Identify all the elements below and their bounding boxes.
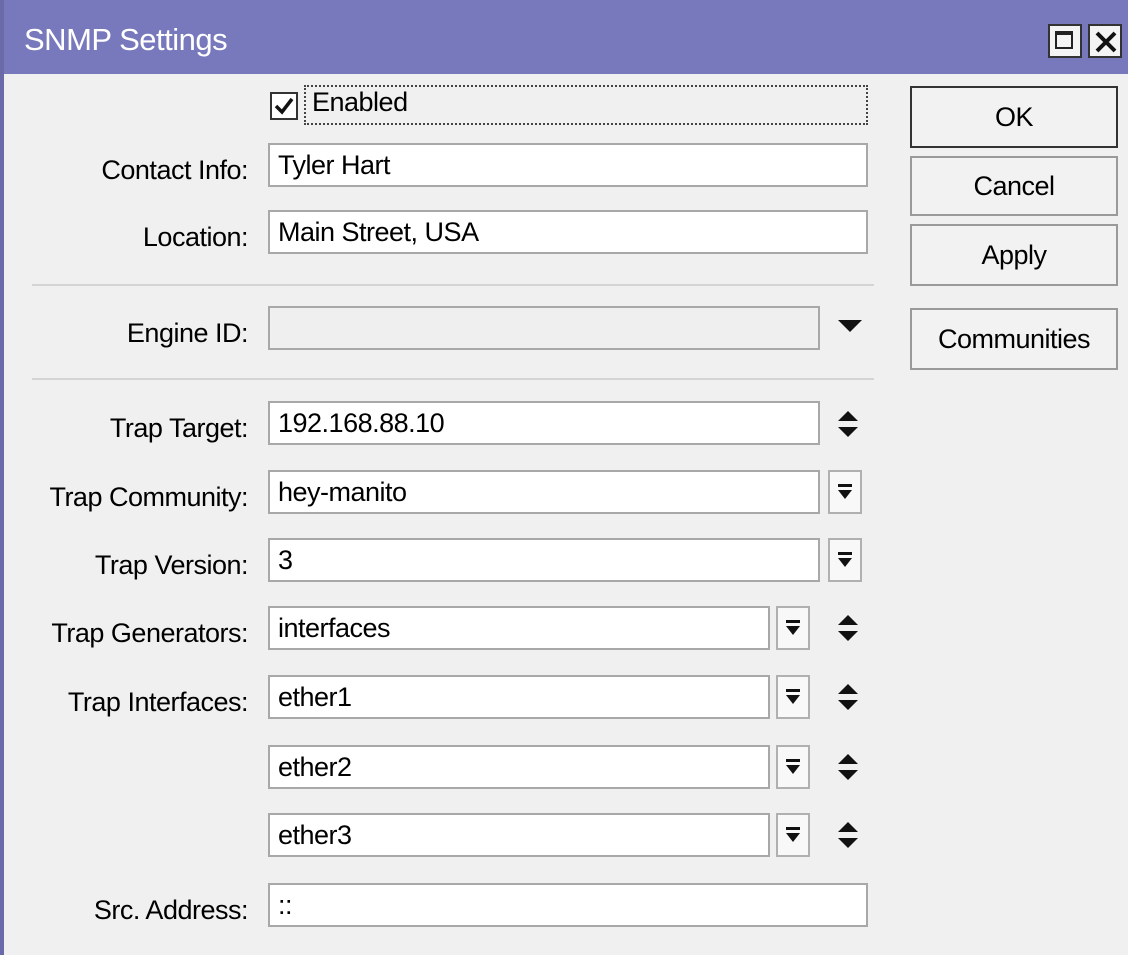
src-address-label: Src. Address:	[93, 895, 249, 925]
cancel-button[interactable]: Cancel	[910, 156, 1118, 216]
ok-button[interactable]: OK	[910, 86, 1118, 148]
trap-generators-dropdown-button[interactable]	[776, 606, 810, 650]
trap-interface-updown-icon-2[interactable]	[836, 753, 860, 781]
maximize-icon[interactable]	[1048, 24, 1082, 58]
trap-generators-label: Trap Generators:	[51, 618, 248, 648]
trap-interface-input-1[interactable]: ether1	[268, 675, 770, 719]
engine-id-dropdown-icon[interactable]	[836, 318, 864, 334]
contact-info-input[interactable]: Tyler Hart	[268, 143, 868, 187]
separator	[32, 378, 874, 380]
trap-generators-updown-icon[interactable]	[836, 614, 860, 642]
trap-version-dropdown-button[interactable]	[828, 538, 862, 582]
contact-info-label: Contact Info:	[101, 155, 248, 185]
trap-target-label: Trap Target:	[109, 413, 249, 443]
trap-interface-updown-icon-3[interactable]	[836, 821, 860, 849]
trap-target-input[interactable]: 192.168.88.10	[268, 401, 820, 445]
close-icon[interactable]	[1088, 24, 1122, 58]
trap-target-updown-icon[interactable]	[836, 410, 860, 438]
dropdown-arrow-icon	[786, 759, 800, 774]
dropdown-arrow-icon	[838, 484, 852, 499]
engine-id-label: Engine ID:	[126, 318, 249, 348]
window-title: SNMP Settings	[24, 22, 228, 57]
src-address-input[interactable]: ::	[268, 883, 868, 927]
trap-interfaces-label: Trap Interfaces:	[67, 687, 249, 717]
trap-generators-input[interactable]: interfaces	[268, 606, 770, 650]
trap-interface-dropdown-button-2[interactable]	[776, 745, 810, 789]
trap-interface-dropdown-button-3[interactable]	[776, 813, 810, 857]
trap-community-label: Trap Community:	[49, 482, 248, 512]
location-input[interactable]: Main Street, USA	[268, 210, 868, 254]
location-label: Location:	[142, 222, 249, 252]
enabled-label[interactable]: Enabled	[312, 87, 408, 118]
trap-community-dropdown-button[interactable]	[828, 470, 862, 514]
trap-interface-input-3[interactable]: ether3	[268, 813, 770, 857]
trap-community-input[interactable]: hey-manito	[268, 470, 820, 514]
dropdown-arrow-icon	[786, 827, 800, 842]
apply-button[interactable]: Apply	[910, 224, 1118, 286]
communities-button[interactable]: Communities	[910, 308, 1118, 370]
snmp-settings-window: SNMP Settings Enabled Contact Info: Tyle…	[0, 0, 1128, 955]
enabled-checkbox[interactable]	[270, 92, 298, 120]
dropdown-arrow-icon	[786, 620, 800, 635]
title-bar[interactable]: SNMP Settings	[4, 0, 1128, 74]
trap-interface-input-2[interactable]: ether2	[268, 745, 770, 789]
separator	[32, 284, 874, 286]
dropdown-arrow-icon	[838, 552, 852, 567]
trap-version-input[interactable]: 3	[268, 538, 820, 582]
trap-interface-updown-icon-1[interactable]	[836, 683, 860, 711]
dropdown-arrow-icon	[786, 689, 800, 704]
trap-version-label: Trap Version:	[94, 550, 249, 580]
trap-interface-dropdown-button-1[interactable]	[776, 675, 810, 719]
engine-id-input[interactable]	[268, 306, 820, 350]
